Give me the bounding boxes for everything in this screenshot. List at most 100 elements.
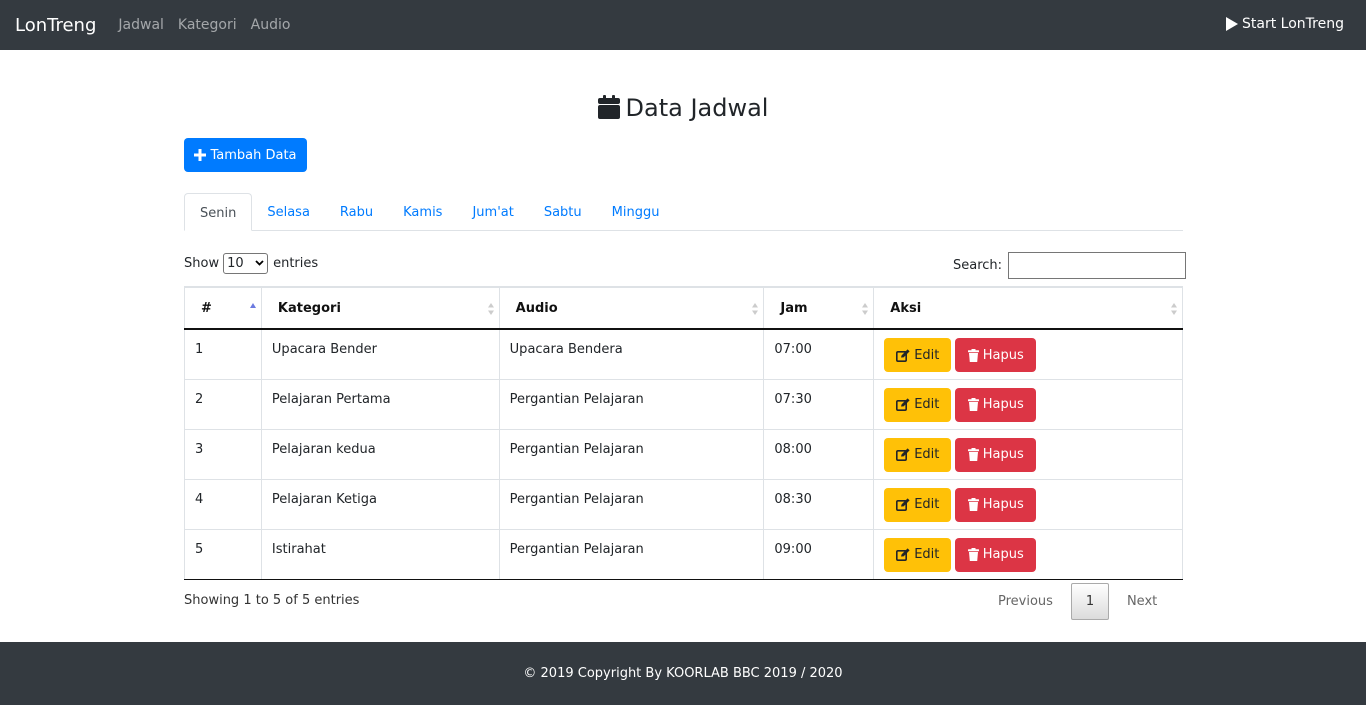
cell-kategori: Pelajaran kedua — [260, 428, 500, 480]
brand-logo[interactable]: LonTreng — [15, 15, 96, 36]
sort-both-icon — [862, 303, 869, 315]
delete-button[interactable]: Hapus — [955, 487, 1037, 522]
entries-label: entries — [273, 256, 319, 271]
show-label: Show — [184, 256, 220, 271]
table-row: 1 Upacara Bender Upacara Bendera 07:00 Edit H… — [184, 328, 1183, 380]
delete-button[interactable]: Hapus — [955, 437, 1037, 472]
column-header-number-label: # — [201, 300, 212, 316]
edit-icon — [896, 498, 910, 511]
start-lontreng-button[interactable]: Start LonTreng — [1226, 16, 1344, 32]
cell-jam: 07:30 — [763, 378, 875, 430]
delete-button[interactable]: Hapus — [955, 537, 1037, 572]
cell-audio: Pergantian Pelajaran — [498, 428, 765, 480]
cell-number: 1 — [184, 328, 262, 380]
cell-number: 2 — [184, 378, 262, 430]
plus-icon — [194, 149, 207, 161]
day-tabs: Senin Selasa Rabu Kamis Jum'at Sabtu Min… — [184, 193, 1183, 231]
previous-page-button[interactable]: Previous — [998, 594, 1053, 609]
cell-number: 3 — [184, 428, 262, 480]
delete-button[interactable]: Hapus — [955, 338, 1037, 372]
trash-icon — [967, 348, 979, 362]
table-row: 3 Pelajaran kedua Pergantian Pelajaran 08:0… — [184, 428, 1183, 480]
delete-label: Hapus — [982, 347, 1024, 363]
tab-minggu[interactable]: Minggu — [597, 193, 675, 231]
cell-jam: 09:00 — [763, 528, 875, 580]
show-entries-control: Show 10 entries — [184, 253, 318, 274]
delete-label: Hapus — [982, 397, 1024, 412]
edit-button[interactable]: Edit — [884, 437, 952, 472]
nav-link-jadwal[interactable]: Jadwal — [118, 17, 164, 33]
delete-label: Hapus — [982, 447, 1024, 462]
tab-senin[interactable]: Senin — [184, 193, 253, 231]
table-row: 5 Istirahat Pergantian Pelajaran 09:00 Edit H… — [184, 528, 1183, 580]
table-row: 2 Pelajaran Pertama Pergantian Pelajaran 07… — [184, 378, 1183, 430]
tab-selasa[interactable]: Selasa — [252, 193, 325, 231]
next-page-button[interactable]: Next — [1127, 594, 1157, 609]
edit-label: Edit — [914, 397, 940, 412]
search-control: Search: — [953, 252, 1187, 279]
column-header-aksi[interactable]: Aksi — [873, 286, 1183, 330]
edit-button[interactable]: Edit — [884, 387, 952, 422]
edit-icon — [896, 448, 910, 461]
page-title: Data Jadwal — [0, 94, 1366, 122]
cell-jam: 08:00 — [763, 428, 875, 480]
delete-label: Hapus — [982, 547, 1024, 562]
tab-kamis[interactable]: Kamis — [388, 193, 457, 231]
cell-number: 4 — [184, 478, 262, 530]
edit-button[interactable]: Edit — [884, 537, 952, 572]
calendar-icon — [597, 95, 620, 119]
search-input[interactable] — [1008, 252, 1187, 279]
sort-both-icon — [1171, 303, 1177, 315]
cell-kategori: Pelajaran Ketiga — [260, 478, 500, 530]
page-1-button[interactable]: 1 — [1070, 583, 1109, 620]
nav-link-kategori[interactable]: Kategori — [178, 17, 237, 33]
cell-kategori: Upacara Bender — [260, 328, 500, 380]
sort-both-icon — [752, 303, 759, 315]
column-header-number[interactable]: # — [184, 286, 262, 330]
edit-label: Edit — [914, 347, 940, 363]
search-label: Search: — [953, 258, 1003, 273]
schedule-table: # Kategori Audio Jam Aksi 1 Upacara Bende… — [184, 286, 1183, 580]
trash-icon — [967, 548, 979, 561]
edit-button[interactable]: Edit — [884, 487, 952, 522]
cell-audio: Pergantian Pelajaran — [498, 378, 765, 430]
edit-label: Edit — [914, 447, 940, 462]
cell-kategori: Istirahat — [260, 528, 500, 580]
column-header-audio-label: Audio — [515, 300, 558, 316]
sort-asc-icon — [249, 303, 256, 308]
tab-rabu[interactable]: Rabu — [325, 193, 388, 231]
edit-label: Edit — [914, 547, 940, 562]
edit-icon — [896, 348, 910, 362]
add-data-button[interactable]: Tambah Data — [184, 138, 307, 172]
trash-icon — [967, 448, 979, 461]
cell-aksi: Edit Hapus — [873, 428, 1183, 480]
nav-link-audio[interactable]: Audio — [251, 17, 291, 33]
cell-aksi: Edit Hapus — [873, 478, 1183, 530]
tab-jumat[interactable]: Jum'at — [457, 193, 528, 231]
column-header-jam[interactable]: Jam — [763, 286, 875, 330]
copyright-text: © 2019 Copyright By KOORLAB BBC 2019 / 2… — [523, 666, 843, 681]
add-data-label: Tambah Data — [210, 147, 297, 163]
edit-button[interactable]: Edit — [884, 338, 952, 372]
page-size-value: 10 — [227, 256, 244, 271]
column-header-kategori[interactable]: Kategori — [260, 286, 500, 330]
delete-button[interactable]: Hapus — [955, 387, 1037, 422]
tab-sabtu[interactable]: Sabtu — [529, 193, 597, 231]
page-size-select[interactable]: 10 — [223, 253, 269, 274]
delete-label: Hapus — [982, 497, 1024, 512]
chevron-down-icon — [255, 260, 264, 266]
edit-icon — [896, 398, 910, 411]
page-title-text: Data Jadwal — [625, 94, 769, 122]
play-icon — [1226, 17, 1239, 31]
start-lontreng-label: Start LonTreng — [1242, 16, 1344, 32]
pagination: Previous 1 Next — [998, 583, 1157, 620]
trash-icon — [967, 498, 979, 511]
edit-label: Edit — [914, 497, 940, 512]
top-navbar: LonTreng Jadwal Kategori Audio Start Lon… — [0, 0, 1366, 50]
column-header-jam-label: Jam — [780, 300, 808, 316]
footer: © 2019 Copyright By KOORLAB BBC 2019 / 2… — [0, 642, 1366, 705]
column-header-audio[interactable]: Audio — [498, 286, 765, 330]
cell-kategori: Pelajaran Pertama — [260, 378, 500, 430]
cell-aksi: Edit Hapus — [873, 378, 1183, 430]
table-info: Showing 1 to 5 of 5 entries — [184, 593, 360, 608]
